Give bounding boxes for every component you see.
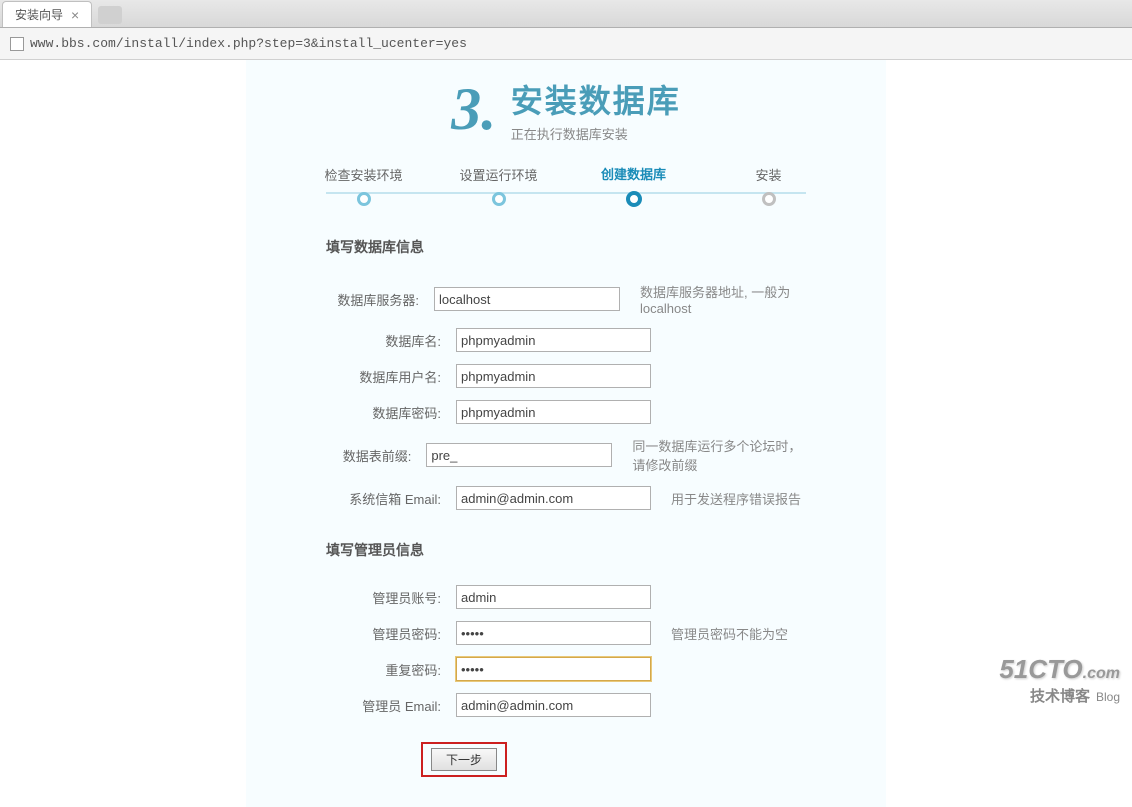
watermark-suffix: .com <box>1083 665 1120 682</box>
new-tab-button[interactable] <box>98 6 122 24</box>
admin-info-section: 填写管理员信息 管理员账号: 管理员密码: 管理员密码不能为空 重复密码: 管理… <box>276 540 856 717</box>
input-table-prefix[interactable] <box>426 443 612 467</box>
label-db-password: 数据库密码: <box>326 403 456 422</box>
row-db-name: 数据库名: <box>326 328 806 352</box>
content-area: 3. 安装数据库 正在执行数据库安装 检查安装环境 设置运行环境 创建数据库 安 <box>0 60 1132 718</box>
next-button[interactable]: 下一步 <box>431 748 497 771</box>
input-repeat-password[interactable] <box>456 657 651 681</box>
page-icon <box>10 37 24 51</box>
input-db-user[interactable] <box>456 364 651 388</box>
label-admin-password: 管理员密码: <box>326 624 456 643</box>
watermark-main: 51CTO <box>999 654 1082 684</box>
watermark-blog: Blog <box>1096 690 1120 704</box>
step-dot-icon <box>626 191 642 207</box>
row-db-password: 数据库密码: <box>326 400 806 424</box>
progress-steps: 检查安装环境 设置运行环境 创建数据库 安装 <box>296 164 836 207</box>
label-repeat-password: 重复密码: <box>326 660 456 679</box>
row-db-user: 数据库用户名: <box>326 364 806 388</box>
page-subtitle: 正在执行数据库安装 <box>511 124 681 143</box>
close-icon[interactable]: × <box>71 7 79 23</box>
progress-step-check-env: 检查安装环境 <box>296 165 431 206</box>
browser-tab-strip: 安装向导 × <box>0 0 1132 28</box>
installer-header: 3. 安装数据库 正在执行数据库安装 <box>276 75 856 144</box>
installer-panel: 3. 安装数据库 正在执行数据库安装 检查安装环境 设置运行环境 创建数据库 安 <box>246 60 886 807</box>
label-table-prefix: 数据表前缀: <box>326 446 426 465</box>
page-title: 安装数据库 <box>511 76 681 122</box>
url-text[interactable]: www.bbs.com/install/index.php?step=3&ins… <box>30 36 467 51</box>
input-admin-email[interactable] <box>456 693 651 717</box>
tab-title: 安装向导 <box>15 6 63 23</box>
progress-step-create-db: 创建数据库 <box>566 164 701 207</box>
step-dot-icon <box>492 192 506 206</box>
hint-table-prefix: 同一数据库运行多个论坛时，请修改前缀 <box>632 436 806 474</box>
hint-db-server: 数据库服务器地址, 一般为 localhost <box>640 282 806 316</box>
label-system-email: 系统信箱 Email: <box>326 489 456 508</box>
input-admin-password[interactable] <box>456 621 651 645</box>
address-bar: www.bbs.com/install/index.php?step=3&ins… <box>0 28 1132 60</box>
section-title-admin: 填写管理员信息 <box>326 540 806 560</box>
row-admin-email: 管理员 Email: <box>326 693 806 717</box>
db-info-section: 填写数据库信息 数据库服务器: 数据库服务器地址, 一般为 localhost … <box>276 237 856 510</box>
step-number: 3. <box>451 75 496 144</box>
label-db-server: 数据库服务器: <box>326 290 434 309</box>
section-title-db: 填写数据库信息 <box>326 237 806 257</box>
label-db-name: 数据库名: <box>326 331 456 350</box>
watermark: 51CTO.com 技术博客 Blog <box>999 654 1120 706</box>
step-dot-icon <box>357 192 371 206</box>
input-db-password[interactable] <box>456 400 651 424</box>
hint-system-email: 用于发送程序错误报告 <box>671 489 801 508</box>
row-db-server: 数据库服务器: 数据库服务器地址, 一般为 localhost <box>326 282 806 316</box>
watermark-sub: 技术博客 <box>1030 688 1090 705</box>
row-repeat-password: 重复密码: <box>326 657 806 681</box>
input-db-name[interactable] <box>456 328 651 352</box>
label-admin-account: 管理员账号: <box>326 588 456 607</box>
submit-highlight: 下一步 <box>421 742 507 777</box>
row-table-prefix: 数据表前缀: 同一数据库运行多个论坛时，请修改前缀 <box>326 436 806 474</box>
progress-step-set-env: 设置运行环境 <box>431 165 566 206</box>
step-dot-icon <box>762 192 776 206</box>
submit-area: 下一步 <box>276 742 856 777</box>
label-db-user: 数据库用户名: <box>326 367 456 386</box>
hint-admin-password: 管理员密码不能为空 <box>671 624 788 643</box>
input-system-email[interactable] <box>456 486 651 510</box>
row-system-email: 系统信箱 Email: 用于发送程序错误报告 <box>326 486 806 510</box>
row-admin-password: 管理员密码: 管理员密码不能为空 <box>326 621 806 645</box>
input-admin-account[interactable] <box>456 585 651 609</box>
progress-step-install: 安装 <box>701 165 836 206</box>
browser-tab[interactable]: 安装向导 × <box>2 1 92 27</box>
row-admin-account: 管理员账号: <box>326 585 806 609</box>
input-db-server[interactable] <box>434 287 620 311</box>
label-admin-email: 管理员 Email: <box>326 696 456 715</box>
